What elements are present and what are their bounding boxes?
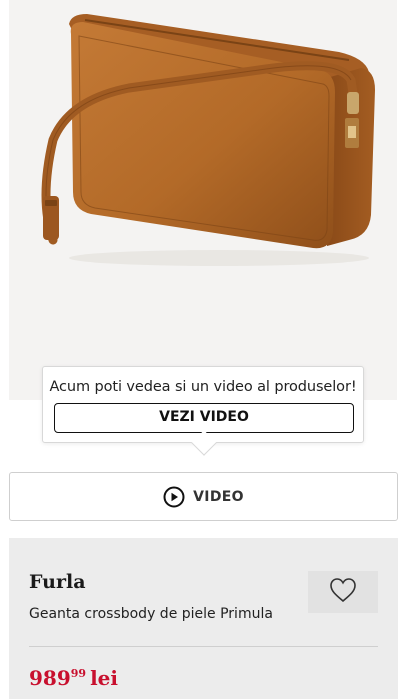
add-to-favorites-button[interactable] bbox=[308, 571, 378, 613]
price-decimals: 99 bbox=[70, 667, 87, 680]
video-button[interactable]: VIDEO bbox=[9, 472, 398, 521]
divider bbox=[29, 646, 378, 647]
product-name: Geanta crossbody de piele Primula bbox=[29, 606, 273, 622]
video-label: VIDEO bbox=[193, 488, 244, 505]
video-tooltip: Acum poti vedea si un video al produselo… bbox=[42, 366, 364, 456]
price-currency: lei bbox=[90, 666, 118, 690]
product-price: 98999 lei bbox=[29, 666, 118, 690]
video-tooltip-message: Acum poti vedea si un video al produselo… bbox=[49, 379, 357, 395]
brand-name[interactable]: Furla bbox=[29, 571, 86, 593]
product-image[interactable] bbox=[9, 0, 397, 400]
tooltip-caret bbox=[191, 430, 217, 456]
heart-icon bbox=[328, 576, 358, 608]
product-info-panel: Furla Geanta crossbody de piele Primula … bbox=[9, 538, 398, 699]
watch-video-button[interactable]: VEZI VIDEO bbox=[54, 403, 354, 433]
price-main: 989 bbox=[29, 666, 71, 690]
bag-illustration bbox=[41, 14, 375, 266]
play-circle-icon bbox=[163, 486, 185, 508]
